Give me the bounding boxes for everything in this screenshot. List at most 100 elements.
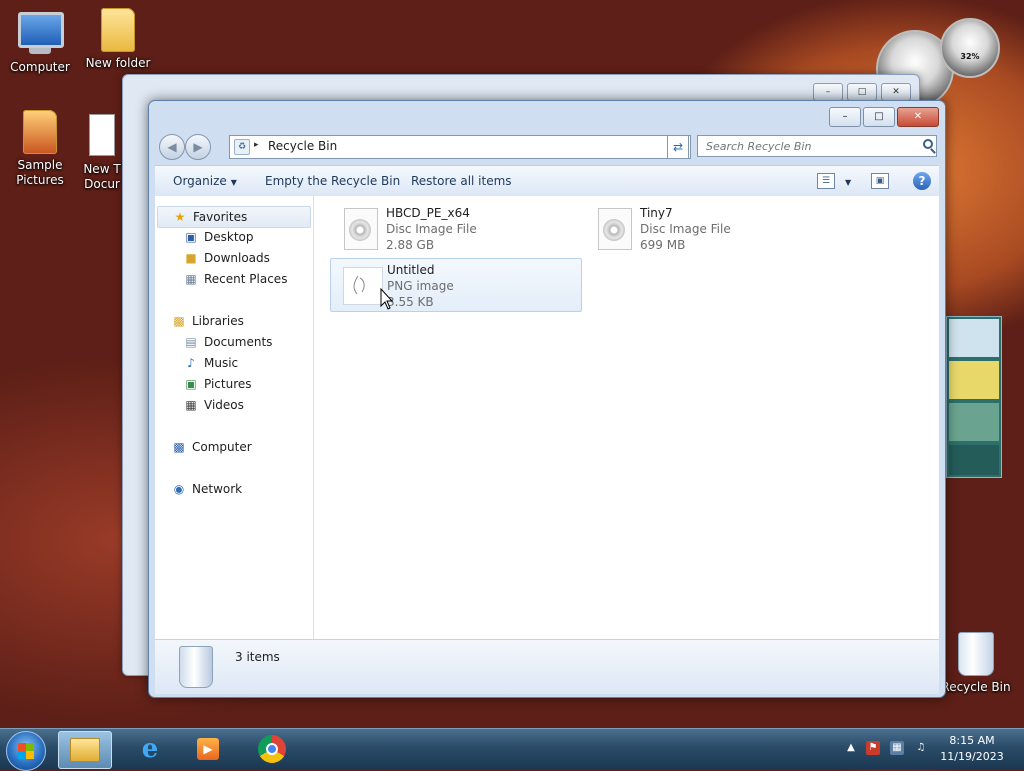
nav-downloads[interactable]: ■ Downloads: [183, 248, 270, 268]
mouse-cursor-icon: [380, 288, 394, 310]
computer-icon: [18, 12, 64, 56]
nav-documents-label: Documents: [204, 335, 273, 349]
desktop-icon: ▣: [185, 230, 197, 244]
file-item[interactable]: Untitled PNG image 3.55 KB: [330, 258, 582, 312]
taskbar-media-player-button[interactable]: ▶: [182, 731, 234, 767]
nav-desktop[interactable]: ▣ Desktop: [183, 227, 254, 247]
desktop-icon-label: Computer: [10, 60, 70, 74]
memory-meter-gadget[interactable]: 32%: [940, 18, 1000, 78]
file-list: HBCD_PE_x64 Disc Image File 2.88 GB Tiny…: [314, 196, 939, 639]
nav-network-label: Network: [192, 482, 243, 496]
nav-favorites-label: Favorites: [193, 210, 248, 224]
file-name: Untitled: [387, 263, 435, 277]
volume-muted-icon[interactable]: ♫: [914, 741, 928, 755]
meter-value: 32%: [960, 52, 980, 62]
minimize-button[interactable]: –: [829, 107, 861, 127]
desktop-icon-label: Recycle Bin: [941, 680, 1011, 694]
nav-computer-label: Computer: [192, 440, 252, 454]
music-icon: ♪: [187, 356, 195, 370]
forward-button[interactable]: ▶: [185, 134, 211, 160]
start-button[interactable]: [6, 731, 46, 771]
nav-pictures[interactable]: ▣ Pictures: [183, 374, 251, 394]
network-status-icon[interactable]: ▦: [890, 741, 904, 755]
network-icon: ◉: [173, 482, 185, 496]
back-button[interactable]: ◀: [159, 134, 185, 160]
recycle-bin-icon: [179, 646, 213, 688]
desktop-icon-label: Sample Pictures: [16, 158, 64, 187]
nav-recent-places-label: Recent Places: [204, 272, 288, 286]
png-image-icon: [341, 265, 383, 305]
nav-documents[interactable]: ▤ Documents: [183, 332, 272, 352]
breadcrumb-separator-icon[interactable]: ▸: [254, 140, 259, 150]
restore-all-items-button[interactable]: Restore all items: [411, 174, 512, 188]
nav-videos[interactable]: ▦ Videos: [183, 395, 244, 415]
item-count: 3 items: [235, 650, 280, 664]
recycle-bin-window[interactable]: – □ ✕ ◀ ▶ ♻ ▸ Recycle Bin ▼ ⇄ Organize▼ …: [148, 100, 946, 698]
nav-music-label: Music: [204, 356, 239, 370]
nav-libraries[interactable]: ▩ Libraries: [171, 311, 244, 331]
star-icon: ★: [174, 210, 186, 224]
organize-label: Organize: [173, 174, 227, 188]
file-type: PNG image: [387, 279, 454, 293]
organize-button[interactable]: Organize ▼: [173, 174, 237, 188]
desktop-icon-new-folder[interactable]: New folder: [78, 8, 158, 70]
search-input[interactable]: [697, 135, 937, 157]
internet-explorer-icon: e: [141, 734, 159, 764]
taskbar-chrome-button[interactable]: [246, 731, 298, 767]
file-type: Disc Image File: [640, 222, 731, 236]
nav-favorites[interactable]: ★ Favorites: [157, 206, 311, 228]
clock-date: 11/19/2023: [940, 750, 1004, 763]
folder-icon: [96, 8, 140, 52]
address-bar[interactable]: ♻ ▸ Recycle Bin ▼: [229, 135, 691, 159]
breadcrumb-recycle-bin[interactable]: Recycle Bin: [268, 139, 337, 153]
folder-pictures-icon: [18, 110, 62, 154]
close-button[interactable]: ✕: [897, 107, 939, 127]
change-view-icon[interactable]: ☰: [817, 173, 835, 189]
close-icon[interactable]: ✕: [881, 83, 911, 101]
file-item[interactable]: Tiny7 Disc Image File 699 MB: [584, 202, 834, 254]
disc-image-icon: [594, 208, 634, 250]
title-bar[interactable]: – □ ✕: [149, 101, 945, 131]
desktop-icon-sample-pictures[interactable]: Sample Pictures: [0, 110, 80, 188]
help-icon[interactable]: ?: [913, 172, 931, 190]
show-hidden-icons-icon[interactable]: ▲: [844, 741, 858, 755]
nav-desktop-label: Desktop: [204, 230, 254, 244]
chevron-down-icon: ▼: [230, 178, 237, 187]
file-item[interactable]: HBCD_PE_x64 Disc Image File 2.88 GB: [330, 202, 580, 254]
disc-image-icon: [340, 208, 380, 250]
taskbar-clock[interactable]: 8:15 AM 11/19/2023: [932, 733, 1012, 765]
preview-pane-icon[interactable]: ▣: [871, 173, 889, 189]
action-center-flag-icon[interactable]: ⚑: [866, 741, 880, 755]
nav-recent-places[interactable]: ▦ Recent Places: [183, 269, 287, 289]
maximize-icon[interactable]: □: [847, 83, 877, 101]
refresh-icon[interactable]: ⇄: [667, 135, 689, 159]
slideshow-gadget[interactable]: [946, 316, 1002, 478]
nav-computer[interactable]: ▩ Computer: [171, 437, 252, 457]
recent-places-icon: ▦: [185, 272, 197, 286]
libraries-icon: ▩: [173, 314, 185, 328]
downloads-folder-icon: ■: [185, 251, 197, 265]
recycle-bin-small-icon: ♻: [234, 139, 250, 155]
navigation-bar: ◀ ▶ ♻ ▸ Recycle Bin ▼ ⇄: [155, 133, 939, 161]
chrome-icon: [258, 735, 286, 763]
file-size: 2.88 GB: [386, 238, 435, 252]
documents-icon: ▤: [185, 335, 197, 349]
empty-recycle-bin-button[interactable]: Empty the Recycle Bin: [265, 174, 400, 188]
content-area: ★ Favorites ▣ Desktop ■ Downloads ▦ Recent P…: [155, 196, 939, 639]
nav-downloads-label: Downloads: [204, 251, 270, 265]
clock-time: 8:15 AM: [949, 734, 995, 747]
desktop-icon-computer[interactable]: Computer: [0, 8, 80, 74]
desktop-icon-recycle-bin[interactable]: Recycle Bin: [936, 632, 1016, 694]
command-bar: Organize ▼ Empty the Recycle Bin Restore …: [155, 165, 939, 197]
nav-network[interactable]: ◉ Network: [171, 479, 242, 499]
nav-music[interactable]: ♪ Music: [183, 353, 238, 373]
maximize-button[interactable]: □: [863, 107, 895, 127]
taskbar-explorer-button[interactable]: [58, 731, 112, 769]
minimize-icon[interactable]: –: [813, 83, 843, 101]
view-options-chevron-icon[interactable]: ▼: [841, 174, 851, 188]
taskbar: e ▶ ▲ ⚑ ▦ ♫ 8:15 AM 11/19/2023: [0, 728, 1024, 771]
taskbar-ie-button[interactable]: e: [124, 731, 176, 767]
search-icon[interactable]: [923, 139, 933, 149]
nav-videos-label: Videos: [204, 398, 244, 412]
desktop-icon-label: New folder: [85, 56, 151, 70]
